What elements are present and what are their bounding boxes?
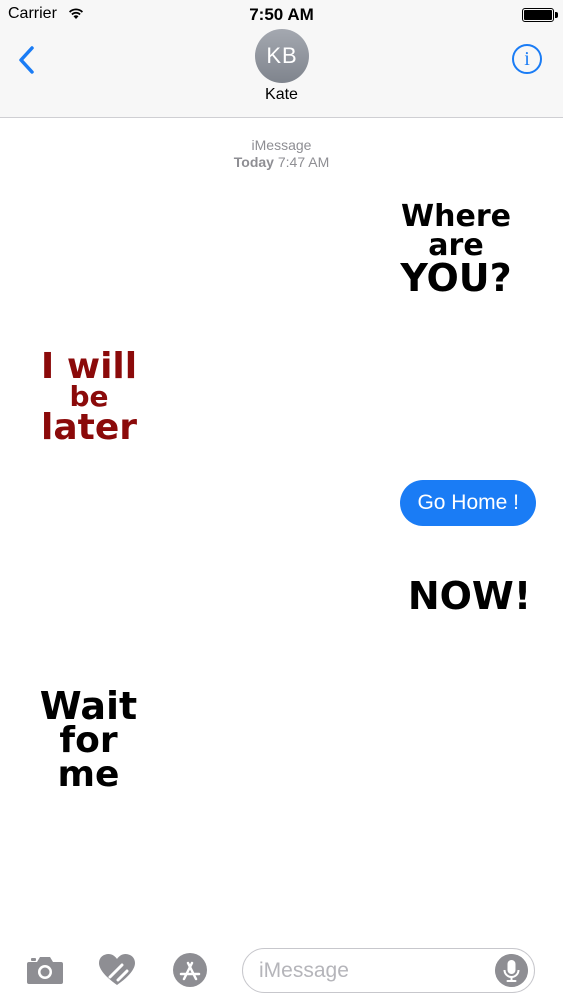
sticker-where-are-you[interactable]: Where are YOU? <box>381 202 531 300</box>
sticker-line: NOW! <box>407 574 532 618</box>
message-input[interactable] <box>259 949 489 992</box>
message-input-container <box>242 948 535 993</box>
contact-name[interactable]: Kate <box>0 86 563 104</box>
sent-message-bubble[interactable]: Go Home ! <box>400 480 536 526</box>
contact-avatar[interactable]: KB <box>255 29 309 83</box>
sticker-line: for <box>59 720 118 762</box>
timestamp-day: Today <box>233 154 274 170</box>
timestamp-time: 7:47 AM <box>277 154 330 170</box>
sticker-line: Wait <box>39 684 138 728</box>
service-label: iMessage <box>251 137 312 153</box>
sticker-line: me <box>57 754 120 796</box>
status-bar: Carrier 7:50 AM <box>0 0 563 30</box>
sticker-line: YOU? <box>400 256 512 300</box>
sticker-i-will-be-later[interactable]: I will be later <box>34 346 144 448</box>
back-chevron-icon[interactable] <box>14 42 42 78</box>
message-timestamp: Today 7:47 AM <box>0 154 563 170</box>
info-icon[interactable]: i <box>512 44 542 74</box>
microphone-icon[interactable] <box>495 954 528 987</box>
sticker-line: I will <box>40 346 138 387</box>
battery-icon <box>522 8 558 22</box>
conversation-header: KB Kate i <box>0 29 563 118</box>
clock: 7:50 AM <box>249 5 314 24</box>
app-store-icon[interactable] <box>170 952 210 988</box>
camera-icon[interactable] <box>25 952 65 988</box>
sticker-line: later <box>40 406 137 448</box>
compose-toolbar <box>0 940 563 1000</box>
digital-touch-heart-icon[interactable] <box>97 952 137 988</box>
sticker-wait-for-me[interactable]: Wait for me <box>36 684 141 796</box>
sticker-now[interactable]: NOW! <box>402 577 537 615</box>
